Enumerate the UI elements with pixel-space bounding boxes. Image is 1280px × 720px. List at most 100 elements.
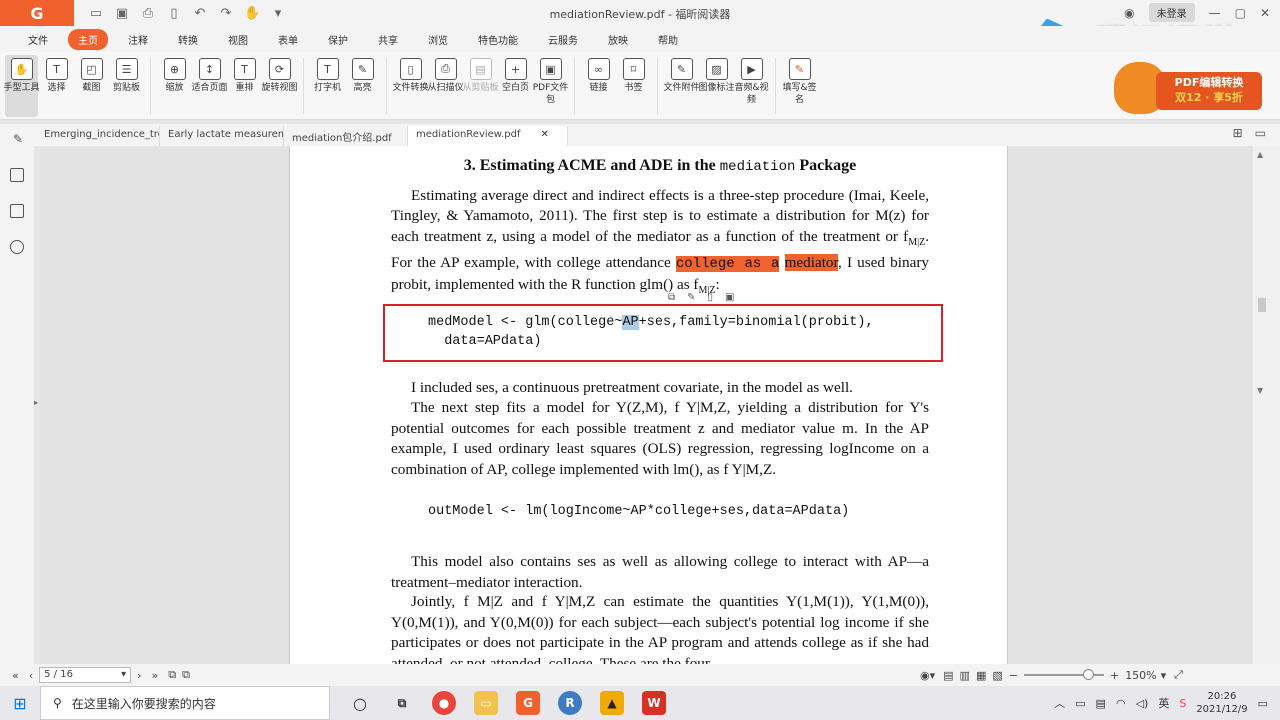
zoom-knob[interactable] — [1082, 669, 1094, 680]
expand-panel-icon[interactable]: ▸ — [34, 398, 38, 407]
ime-icon[interactable]: 英 — [1158, 695, 1169, 711]
doc-tab-3[interactable]: mediation包介绍.pdf — [284, 126, 408, 146]
tool-zoom[interactable]: ⊕ 缩放 — [158, 55, 191, 117]
menu-protect[interactable]: 保护 — [318, 29, 358, 50]
matlab-icon[interactable]: ▲ — [600, 691, 624, 715]
doc-tab-2[interactable]: Early lactate measurem... — [160, 126, 284, 146]
tool-scanner[interactable]: ⎙ 从扫描仪 — [427, 55, 464, 117]
save-icon[interactable]: ▣ — [114, 6, 130, 21]
pages-panel-icon[interactable] — [10, 204, 24, 218]
scroll-down-icon[interactable]: ▼ — [1257, 386, 1263, 395]
menu-features[interactable]: 特色功能 — [468, 29, 528, 50]
copy-icon[interactable]: ⧉ — [668, 292, 675, 303]
cover-icon[interactable]: ▧ — [992, 669, 1002, 682]
r-app-icon[interactable]: R — [558, 691, 582, 715]
menu-form[interactable]: 表单 — [268, 29, 308, 50]
notification-icon[interactable]: ▭ — [1258, 697, 1268, 710]
tool-hand[interactable]: ✋ 手型工具 — [3, 55, 40, 117]
highlight-annotation[interactable]: college as a — [675, 256, 780, 273]
foxit-icon[interactable]: G — [516, 691, 540, 715]
menu-share[interactable]: 共享 — [368, 29, 408, 50]
tool-fit-page[interactable]: ↕ 适合页面 — [191, 55, 228, 117]
next-page-icon[interactable]: › — [137, 669, 141, 682]
print-icon[interactable]: ⎙ — [140, 6, 156, 21]
network-icon[interactable]: ▤ — [1096, 697, 1106, 710]
tool-select[interactable]: T 选择 — [40, 55, 73, 117]
grid-icon[interactable]: ⊞ — [1233, 126, 1243, 140]
tool-sign[interactable]: ✎ 填写&签名 — [782, 55, 817, 117]
highlight-annotation[interactable]: mediator — [784, 254, 838, 272]
volume-icon[interactable]: ◁) — [1136, 697, 1149, 710]
facing-icon[interactable]: ▦ — [976, 669, 986, 682]
tool-file-convert[interactable]: ▯ 文件转换 — [392, 55, 429, 117]
document-viewer[interactable]: 3. Estimating ACME and ADE in the mediat… — [40, 146, 1253, 664]
tab-close-icon[interactable]: ✕ — [540, 129, 548, 140]
task-view-icon[interactable]: ⧉ — [390, 691, 414, 715]
tool-media[interactable]: ▶ 音频&视频 — [734, 55, 769, 117]
close-icon[interactable]: ✕ — [1260, 6, 1270, 20]
scroll-up-icon[interactable]: ▲ — [1257, 150, 1263, 159]
fullscreen-icon[interactable]: ⤢ — [1174, 668, 1183, 682]
bookmark-panel-icon[interactable] — [10, 168, 24, 182]
menu-file[interactable]: 文件 — [18, 29, 58, 50]
fit-icon[interactable]: ⧉ — [168, 668, 176, 682]
clock[interactable]: 20:26 2021/12/9 — [1196, 690, 1247, 716]
tool-image-annot[interactable]: ▨ 图像标注 — [698, 55, 735, 117]
edit-pencil-icon[interactable]: ✎ — [0, 132, 36, 146]
tool-reflow[interactable]: T 重排 — [228, 55, 261, 117]
image-icon[interactable]: ▣ — [725, 292, 734, 303]
pen-icon[interactable]: ✎ — [687, 292, 695, 303]
doc-tab-1[interactable]: Emerging_incidence_tre... — [36, 126, 160, 146]
continuous-icon[interactable]: ▥ — [960, 669, 970, 682]
file-explorer-icon[interactable]: ▭ — [474, 691, 498, 715]
battery-icon[interactable]: ▭ — [1075, 697, 1085, 710]
cortana-icon[interactable]: ○ — [348, 691, 372, 715]
window-icon[interactable]: ▭ — [1255, 126, 1266, 140]
app-logo[interactable]: G — [0, 0, 74, 26]
text-selection[interactable]: AP — [622, 315, 639, 330]
menu-convert[interactable]: 转换 — [168, 29, 208, 50]
chrome-icon[interactable]: ● — [432, 691, 456, 715]
menu-home[interactable]: 主页 — [68, 28, 108, 50]
tool-link[interactable]: ∞ 链接 — [582, 55, 615, 117]
menu-help[interactable]: 帮助 — [648, 29, 688, 50]
taskbar-search[interactable]: ⚲ 在这里输入你要搜索的内容 — [40, 686, 330, 720]
note-icon[interactable]: ▯ — [708, 292, 714, 303]
promo-banner[interactable]: PDF编辑转换 双12 · 享5折 — [1114, 62, 1264, 116]
tool-blank-page[interactable]: + 空白页 — [499, 55, 532, 117]
zoom-dropdown-icon[interactable]: ▾ — [1161, 669, 1167, 682]
zoom-slider[interactable] — [1023, 669, 1104, 680]
tool-rotate[interactable]: ⟳ 旋转视图 — [261, 55, 298, 117]
first-page-icon[interactable]: « — [12, 669, 19, 682]
undo-icon[interactable]: ↶ — [192, 6, 208, 21]
zoom-out-icon[interactable]: − — [1009, 669, 1018, 682]
menu-slideshow[interactable]: 放映 — [598, 29, 638, 50]
eye-icon[interactable]: ◉▾ — [920, 669, 935, 682]
page-number-input[interactable]: 5 / 16 ▾ — [39, 667, 132, 683]
prev-page-icon[interactable]: ‹ — [29, 669, 33, 682]
vertical-scrollbar[interactable]: ▲ ▼ — [1253, 146, 1280, 664]
split-icon[interactable]: ⧉ — [182, 668, 190, 682]
tool-clipboard[interactable]: ☰ 剪贴板 — [110, 55, 143, 117]
customize-icon[interactable]: ▾ — [270, 6, 286, 21]
tool-attachment[interactable]: ✎ 文件附件 — [663, 55, 700, 117]
scroll-thumb[interactable] — [1258, 298, 1266, 312]
wps-icon[interactable]: W — [642, 691, 666, 715]
open-icon[interactable]: ▭ — [88, 6, 104, 21]
zoom-level[interactable]: 150% — [1125, 669, 1156, 682]
tool-highlight[interactable]: ✎ 高亮 — [346, 55, 379, 117]
menu-cloud[interactable]: 云服务 — [538, 29, 588, 50]
comments-panel-icon[interactable] — [10, 240, 24, 254]
tool-from-clipboard[interactable]: ▤ 从剪贴板 — [462, 55, 499, 117]
tool-pdf-package[interactable]: ▣ PDF文件包 — [533, 55, 568, 117]
windows-start-icon[interactable]: ⊞ — [0, 694, 40, 713]
tool-typewriter[interactable]: T 打字机 — [311, 55, 344, 117]
redo-icon[interactable]: ↷ — [218, 6, 234, 21]
last-page-icon[interactable]: » — [152, 669, 159, 682]
tool-screenshot[interactable]: ◰ 截图 — [75, 55, 108, 117]
doc-tab-active[interactable]: mediationReview.pdf ✕ — [408, 126, 568, 146]
menu-view[interactable]: 视图 — [218, 29, 258, 50]
hand-small-icon[interactable]: ✋ — [244, 6, 260, 21]
menu-browse[interactable]: 浏览 — [418, 29, 458, 50]
file-icon[interactable]: ▯ — [166, 6, 182, 21]
